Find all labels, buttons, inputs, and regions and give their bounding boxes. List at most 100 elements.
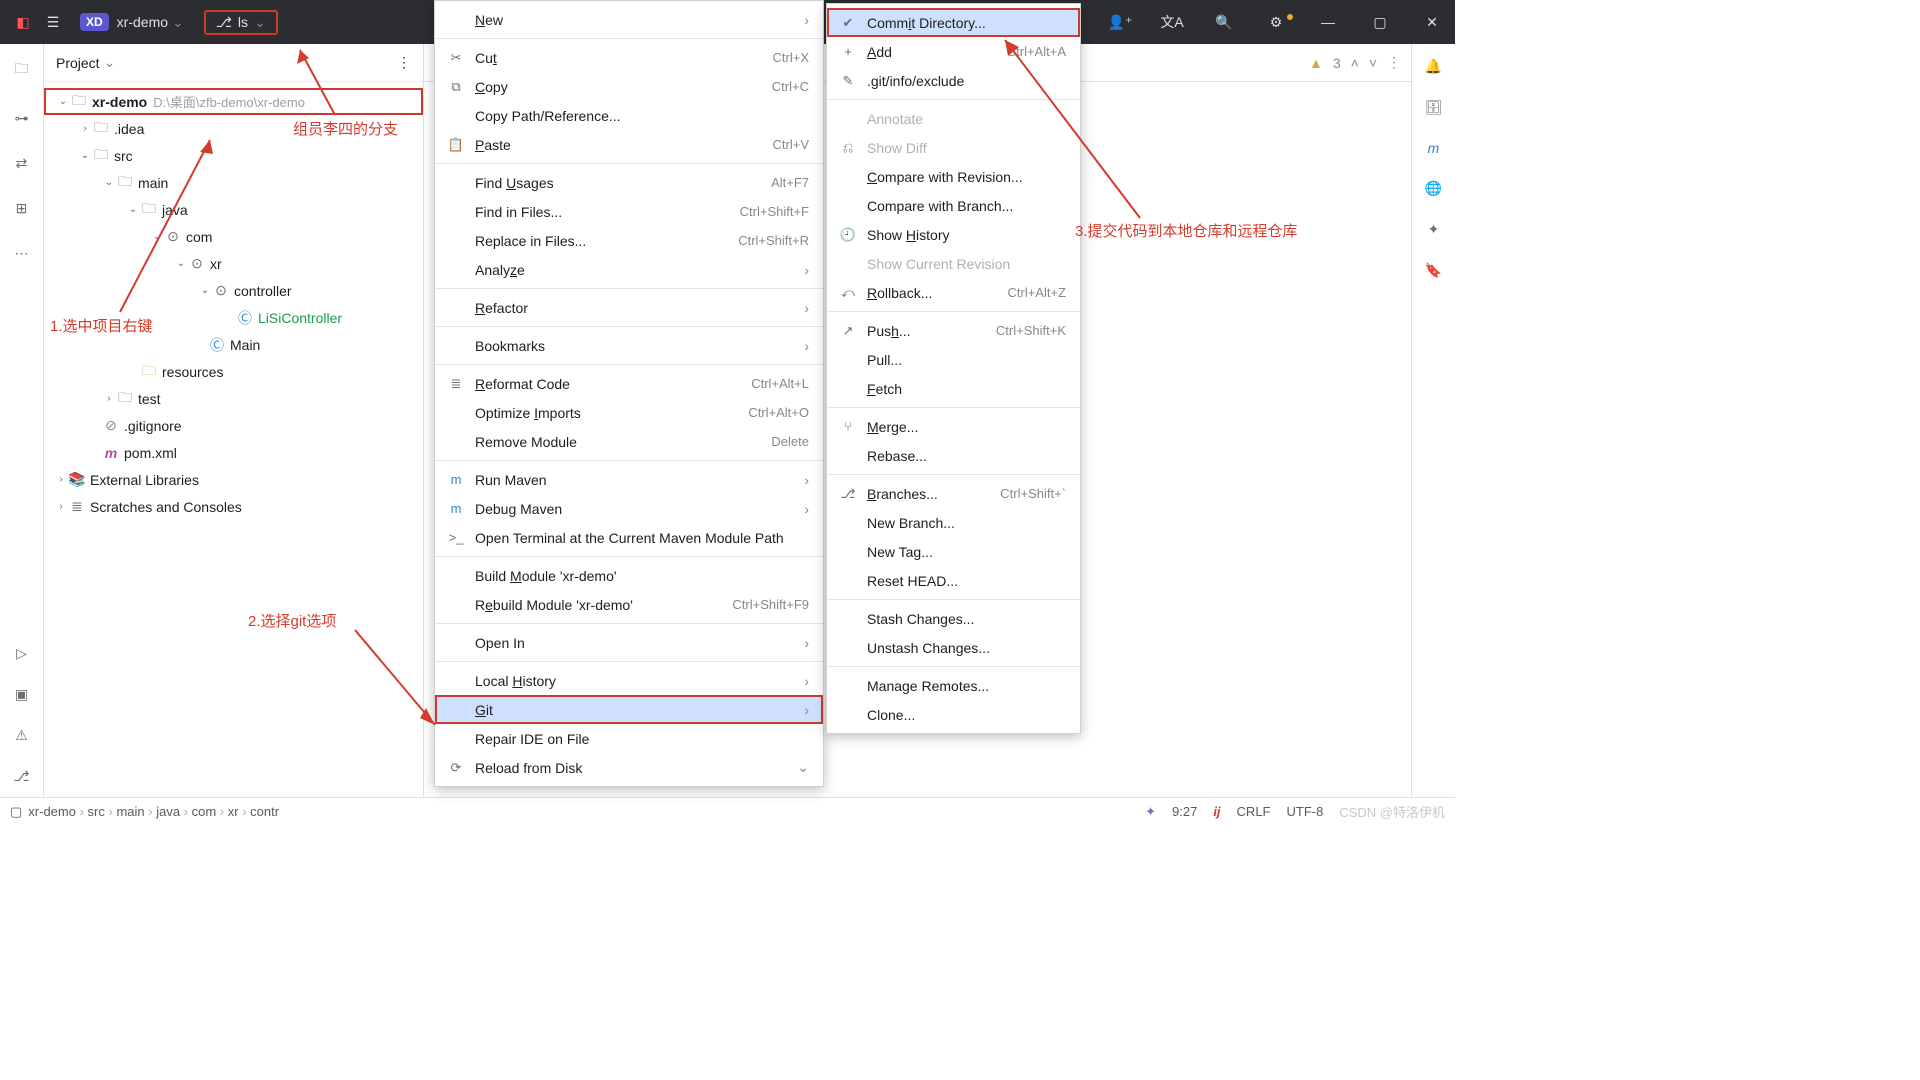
project-name[interactable]: xr-demo: [117, 14, 168, 30]
run-icon[interactable]: ▷: [16, 645, 27, 662]
ctx-runmaven[interactable]: mRun Maven›: [435, 465, 823, 494]
git-fetch[interactable]: Fetch: [827, 374, 1080, 403]
crumb[interactable]: com: [192, 804, 217, 819]
crumb[interactable]: java: [156, 804, 180, 819]
status-encoding[interactable]: UTF-8: [1287, 804, 1324, 819]
tree-file-main[interactable]: ⒸMain: [44, 331, 423, 358]
ctx-paste[interactable]: 📋PasteCtrl+V: [435, 130, 823, 159]
tree-external[interactable]: ›📚External Libraries: [44, 466, 423, 493]
git-exclude[interactable]: ✎.git/info/exclude: [827, 66, 1080, 95]
ctx-rebuildmodule[interactable]: Rebuild Module 'xr-demo'Ctrl+Shift+F9: [435, 590, 823, 619]
warning-count[interactable]: 3: [1333, 55, 1341, 71]
search-icon[interactable]: 🔍: [1209, 14, 1239, 31]
ctx-localhistory[interactable]: Local History›: [435, 666, 823, 695]
vcs-icon[interactable]: ⎇: [13, 768, 29, 785]
close-icon[interactable]: ✕: [1417, 14, 1447, 31]
tree-file-pom[interactable]: mpom.xml: [44, 439, 423, 466]
crumb[interactable]: src: [88, 804, 105, 819]
ctx-cut[interactable]: ✂CutCtrl+X: [435, 43, 823, 72]
translate-icon[interactable]: 文A: [1157, 12, 1187, 32]
ctx-findinfiles[interactable]: Find in Files...Ctrl+Shift+F: [435, 197, 823, 226]
tree-node-main[interactable]: ⌄🗀main: [44, 169, 423, 196]
minimize-icon[interactable]: —: [1313, 14, 1343, 30]
crumb[interactable]: xr-demo: [28, 804, 76, 819]
git-add[interactable]: +AddCtrl+Alt+A: [827, 37, 1080, 66]
breadcrumb[interactable]: xr-demo › src › main › java › com › xr ›…: [28, 804, 279, 819]
globe-icon[interactable]: 🌐: [1425, 180, 1442, 197]
nav-up-icon[interactable]: ˄: [1351, 55, 1359, 71]
nav-down-icon[interactable]: ˅: [1369, 55, 1377, 71]
git-comparerev[interactable]: Compare with Revision...: [827, 162, 1080, 191]
editor-more-icon[interactable]: ⋮: [1387, 54, 1401, 71]
pull-requests-icon[interactable]: ⇄: [16, 155, 28, 172]
git-commit[interactable]: ✔Commit Directory...: [827, 8, 1080, 37]
structure-icon[interactable]: ⊞: [16, 200, 28, 217]
tree-node-src[interactable]: ⌄🗀src: [44, 142, 423, 169]
more-icon[interactable]: ⋯: [15, 245, 29, 262]
ctx-findusages[interactable]: Find UsagesAlt+F7: [435, 168, 823, 197]
project-badge[interactable]: XD: [80, 13, 109, 31]
git-rollback[interactable]: ⤺Rollback...Ctrl+Alt+Z: [827, 278, 1080, 307]
crumb[interactable]: xr: [228, 804, 239, 819]
crumb[interactable]: contr: [250, 804, 279, 819]
ctx-repairide[interactable]: Repair IDE on File: [435, 724, 823, 753]
chevron-down-icon[interactable]: ⌄: [172, 14, 184, 31]
ctx-git[interactable]: Git›: [435, 695, 823, 724]
maximize-icon[interactable]: ▢: [1365, 14, 1395, 31]
ctx-new[interactable]: New›: [435, 5, 823, 34]
crumb[interactable]: main: [116, 804, 144, 819]
git-push[interactable]: ↗Push...Ctrl+Shift+K: [827, 316, 1080, 345]
ctx-reformat[interactable]: ≣Reformat CodeCtrl+Alt+L: [435, 369, 823, 398]
main-menu-icon[interactable]: ☰: [38, 14, 68, 31]
git-stash[interactable]: Stash Changes...: [827, 604, 1080, 633]
ctx-analyze[interactable]: Analyze›: [435, 255, 823, 284]
folder-icon[interactable]: 🗀: [15, 58, 29, 82]
ctx-openin[interactable]: Open In›: [435, 628, 823, 657]
status-run-icon[interactable]: ij: [1213, 804, 1220, 819]
tree-node-idea[interactable]: ›🗀.idea: [44, 115, 423, 142]
terminal-icon[interactable]: ▣: [15, 686, 28, 703]
ctx-removemodule[interactable]: Remove ModuleDelete: [435, 427, 823, 456]
problems-icon[interactable]: ⚠: [15, 727, 28, 744]
git-merge[interactable]: ⑂Merge...: [827, 412, 1080, 441]
tree-root[interactable]: ⌄🗀 xr-demo D:\桌面\zfb-demo\xr-demo: [44, 88, 423, 115]
tree-node-controller[interactable]: ⌄⊙controller: [44, 277, 423, 304]
panel-more-icon[interactable]: ⋮: [397, 54, 411, 71]
maven-icon[interactable]: m: [1428, 140, 1440, 156]
tree-node-test[interactable]: ›🗀test: [44, 385, 423, 412]
ctx-refactor[interactable]: Refactor›: [435, 293, 823, 322]
git-comparebranch[interactable]: Compare with Branch...: [827, 191, 1080, 220]
tree-node-xr[interactable]: ⌄⊙xr: [44, 250, 423, 277]
git-rebase[interactable]: Rebase...: [827, 441, 1080, 470]
git-resethead[interactable]: Reset HEAD...: [827, 566, 1080, 595]
ctx-copy[interactable]: ⧉CopyCtrl+C: [435, 72, 823, 101]
tree-scratches[interactable]: ›≣Scratches and Consoles: [44, 493, 423, 520]
git-showhistory[interactable]: 🕘Show History: [827, 220, 1080, 249]
tree-file-lisi[interactable]: ⒸLiSiController: [44, 304, 423, 331]
git-unstash[interactable]: Unstash Changes...: [827, 633, 1080, 662]
status-line-ending[interactable]: CRLF: [1237, 804, 1271, 819]
git-newtag[interactable]: New Tag...: [827, 537, 1080, 566]
settings-icon[interactable]: ⚙: [1261, 14, 1291, 31]
bookmark-icon[interactable]: 🔖: [1425, 262, 1442, 279]
tree-node-com[interactable]: ⌄⊙com: [44, 223, 423, 250]
git-pull[interactable]: Pull...: [827, 345, 1080, 374]
commit-icon[interactable]: ⊶: [15, 110, 29, 127]
add-user-icon[interactable]: 👤⁺: [1105, 14, 1135, 31]
ctx-replaceinfiles[interactable]: Replace in Files...Ctrl+Shift+R: [435, 226, 823, 255]
warning-icon[interactable]: ▲: [1309, 55, 1323, 71]
notifications-icon[interactable]: 🔔: [1425, 58, 1442, 75]
tree-node-java[interactable]: ⌄🗀java: [44, 196, 423, 223]
tree-node-resources[interactable]: 🗀resources: [44, 358, 423, 385]
ctx-openterminal[interactable]: >_Open Terminal at the Current Maven Mod…: [435, 523, 823, 552]
git-newbranch[interactable]: New Branch...: [827, 508, 1080, 537]
branch-selector[interactable]: ⎇ ls ⌄: [204, 10, 278, 35]
tree-file-gitignore[interactable]: ⊘.gitignore: [44, 412, 423, 439]
git-branches[interactable]: ⎇Branches...Ctrl+Shift+`: [827, 479, 1080, 508]
ctx-debugmaven[interactable]: mDebug Maven›: [435, 494, 823, 523]
git-remotes[interactable]: Manage Remotes...: [827, 671, 1080, 700]
ctx-optimize[interactable]: Optimize ImportsCtrl+Alt+O: [435, 398, 823, 427]
ai-icon[interactable]: ✦: [1428, 221, 1440, 238]
ctx-copypath[interactable]: Copy Path/Reference...: [435, 101, 823, 130]
project-title[interactable]: Project: [56, 55, 100, 71]
